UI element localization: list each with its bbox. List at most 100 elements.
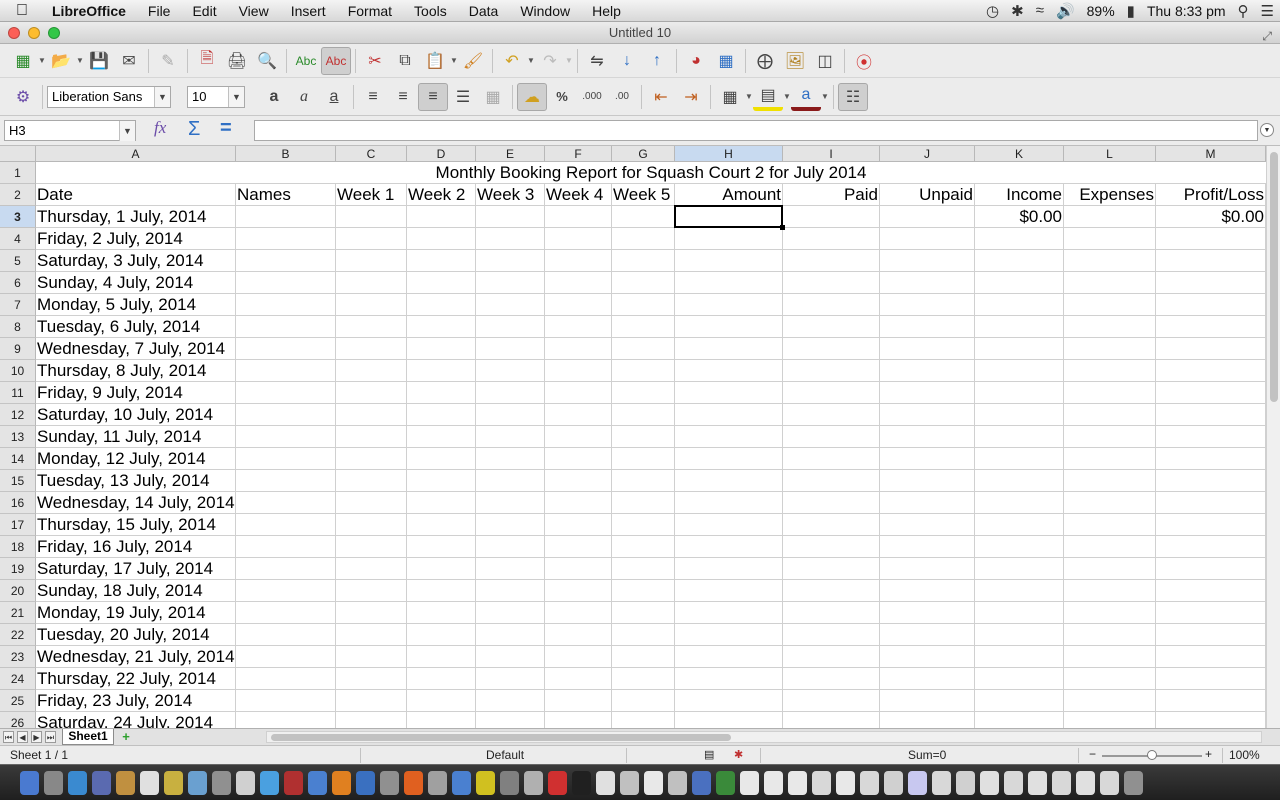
column-header-d[interactable]: D [407, 146, 476, 162]
cell[interactable] [612, 338, 675, 360]
cell[interactable] [880, 624, 975, 646]
cell[interactable] [236, 690, 336, 712]
cell[interactable] [336, 536, 407, 558]
itunes-icon[interactable] [260, 771, 279, 795]
cell[interactable] [783, 712, 880, 728]
menu-window[interactable]: Window [509, 3, 581, 19]
cell[interactable] [783, 338, 880, 360]
styles-icon[interactable]: ⚙ [8, 83, 38, 111]
cell[interactable] [880, 646, 975, 668]
function-icon[interactable]: = [220, 117, 232, 140]
cell[interactable] [236, 228, 336, 250]
cell[interactable] [783, 668, 880, 690]
cell[interactable] [336, 404, 407, 426]
cell[interactable] [476, 294, 545, 316]
cell[interactable] [675, 712, 783, 728]
horizontal-scrollbar[interactable] [266, 731, 1262, 743]
cell[interactable] [612, 426, 675, 448]
cell[interactable] [1064, 668, 1156, 690]
cell[interactable] [880, 492, 975, 514]
cell[interactable] [783, 250, 880, 272]
date-cell[interactable]: Friday, 16 July, 2014 [36, 536, 236, 558]
cell[interactable] [783, 602, 880, 624]
cell[interactable] [1156, 624, 1266, 646]
zoom-level[interactable]: 100% [1229, 748, 1260, 762]
date-cell[interactable]: Saturday, 17 July, 2014 [36, 558, 236, 580]
cell[interactable] [407, 624, 476, 646]
cell[interactable] [975, 360, 1064, 382]
cell[interactable] [336, 382, 407, 404]
document-icon[interactable] [764, 771, 783, 795]
page-style[interactable]: Default [486, 748, 524, 762]
borders-icon[interactable]: ▦ [715, 83, 745, 111]
report-title-cell[interactable]: Monthly Booking Report for Squash Court … [36, 162, 1266, 184]
save-icon[interactable]: 💾 [84, 47, 114, 75]
row-header-19[interactable]: 19 [0, 558, 36, 580]
row-header-12[interactable]: 12 [0, 404, 36, 426]
cell[interactable] [675, 580, 783, 602]
screenshot-icon[interactable] [524, 771, 543, 795]
cell[interactable] [545, 514, 612, 536]
xcode-icon[interactable] [476, 771, 495, 795]
cell[interactable] [880, 448, 975, 470]
cell[interactable] [476, 448, 545, 470]
autospellcheck-icon[interactable]: Abc [321, 46, 351, 75]
cell[interactable] [612, 360, 675, 382]
bold-icon[interactable]: a [259, 83, 289, 111]
cell[interactable] [1064, 624, 1156, 646]
cell[interactable] [1156, 536, 1266, 558]
maps-icon[interactable] [356, 771, 375, 795]
cell[interactable] [407, 338, 476, 360]
row-header-20[interactable]: 20 [0, 580, 36, 602]
justify-icon[interactable]: ☰ [448, 83, 478, 111]
column-header-i[interactable]: I [783, 146, 880, 162]
cell[interactable] [975, 338, 1064, 360]
cell[interactable] [612, 624, 675, 646]
copy-icon[interactable]: ⧉ [390, 47, 420, 75]
header-cell-c[interactable]: Week 1 [336, 184, 407, 206]
document-icon[interactable] [668, 771, 687, 795]
document-icon[interactable] [932, 771, 951, 795]
document-icon[interactable] [716, 771, 735, 795]
cell[interactable] [476, 382, 545, 404]
cell[interactable] [975, 382, 1064, 404]
column-header-h[interactable]: H [675, 146, 783, 162]
cell[interactable] [545, 448, 612, 470]
cell[interactable] [236, 404, 336, 426]
cell[interactable] [336, 602, 407, 624]
preview-icon[interactable] [452, 771, 471, 795]
cell[interactable] [1064, 514, 1156, 536]
cell[interactable] [476, 690, 545, 712]
facetime-icon[interactable] [212, 771, 231, 795]
document-icon[interactable] [620, 771, 639, 795]
font-size-combo[interactable]: 10 ▼ [187, 85, 245, 108]
notes-icon[interactable] [164, 771, 183, 795]
cell[interactable] [612, 448, 675, 470]
cell[interactable] [1156, 470, 1266, 492]
battery-icon[interactable]: ▮ [1121, 2, 1141, 20]
email-icon[interactable]: ✉ [114, 47, 144, 75]
navigator-icon[interactable]: ⨁ [750, 47, 780, 75]
sort-ascending-icon[interactable]: ↓ [612, 47, 642, 75]
cell[interactable] [975, 426, 1064, 448]
cell[interactable] [236, 602, 336, 624]
row-header-16[interactable]: 16 [0, 492, 36, 514]
cell[interactable]: $0.00 [975, 206, 1064, 228]
cell[interactable] [783, 272, 880, 294]
cell[interactable] [476, 602, 545, 624]
cell[interactable] [880, 712, 975, 728]
cell[interactable] [1064, 558, 1156, 580]
row-header-6[interactable]: 6 [0, 272, 36, 294]
background-color-icon[interactable]: ▤ [753, 83, 783, 111]
row-header-3[interactable]: 3 [0, 206, 36, 228]
date-cell[interactable]: Thursday, 15 July, 2014 [36, 514, 236, 536]
cell[interactable] [545, 426, 612, 448]
cell[interactable] [236, 712, 336, 728]
header-cell-a[interactable]: Date [36, 184, 236, 206]
apple-menu-icon[interactable]:  [0, 2, 44, 20]
cell[interactable] [1156, 492, 1266, 514]
cell[interactable] [675, 294, 783, 316]
cell[interactable] [783, 624, 880, 646]
utility-icon[interactable] [428, 771, 447, 795]
cell[interactable] [975, 624, 1064, 646]
